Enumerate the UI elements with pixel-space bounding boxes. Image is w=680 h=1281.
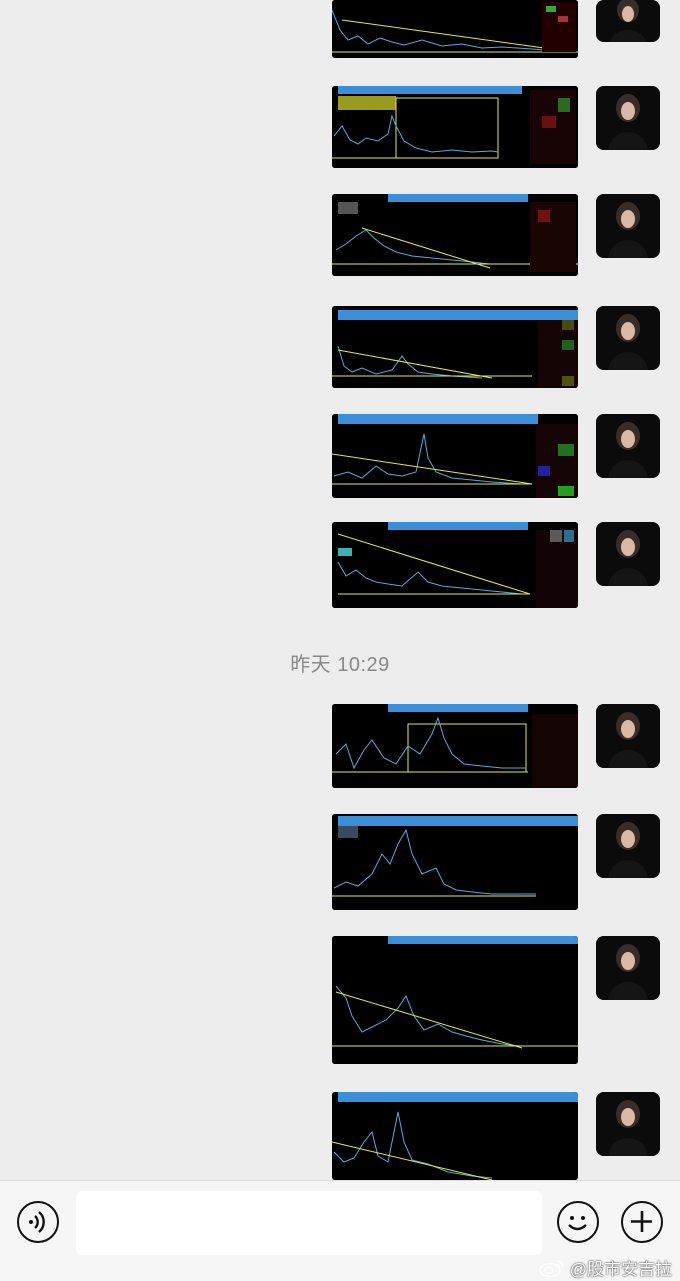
chart-screenshot-message[interactable]	[332, 1092, 578, 1180]
watermark: @股市安吉拉	[538, 1255, 672, 1280]
voice-input-button[interactable]	[17, 1201, 59, 1243]
chart-image	[332, 0, 578, 58]
chart-image	[332, 194, 578, 276]
emoji-button[interactable]	[557, 1201, 599, 1243]
avatar-image	[596, 414, 660, 478]
more-options-button[interactable]	[621, 1201, 663, 1243]
sender-avatar[interactable]	[596, 86, 660, 150]
avatar-image	[596, 194, 660, 258]
chart-screenshot-message[interactable]	[332, 86, 578, 168]
avatar-image	[596, 86, 660, 150]
avatar-image	[596, 814, 660, 878]
sender-avatar[interactable]	[596, 0, 660, 42]
sender-avatar[interactable]	[596, 814, 660, 878]
avatar-image	[596, 1092, 660, 1156]
chart-image	[332, 704, 578, 788]
chart-image	[332, 306, 578, 388]
sender-avatar[interactable]	[596, 522, 660, 586]
message-input[interactable]	[76, 1191, 542, 1255]
chart-screenshot-message[interactable]	[332, 306, 578, 388]
avatar-image	[596, 522, 660, 586]
chat-input-bar: @股市安吉拉	[0, 1180, 680, 1281]
voice-wave-icon	[29, 1211, 45, 1233]
plus-icon	[631, 1211, 652, 1232]
chart-image	[332, 86, 578, 168]
chart-image	[332, 414, 578, 498]
avatar-image	[596, 306, 660, 370]
sender-avatar[interactable]	[596, 936, 660, 1000]
chart-screenshot-message[interactable]	[332, 936, 578, 1064]
sender-avatar[interactable]	[596, 306, 660, 370]
chart-screenshot-message[interactable]	[332, 522, 578, 608]
weibo-logo-icon	[538, 1259, 564, 1277]
chart-image	[332, 1092, 578, 1180]
chart-screenshot-message[interactable]	[332, 704, 578, 788]
avatar-image	[596, 704, 660, 768]
chart-image	[332, 936, 578, 1064]
time-separator: 昨天 10:29	[290, 654, 390, 676]
smiley-face-icon	[568, 1216, 587, 1231]
sender-avatar[interactable]	[596, 1092, 660, 1156]
chart-screenshot-message[interactable]	[332, 814, 578, 910]
chart-screenshot-message[interactable]	[332, 0, 578, 58]
avatar-image	[596, 936, 660, 1000]
chart-image	[332, 522, 578, 608]
sender-avatar[interactable]	[596, 704, 660, 768]
chat-history[interactable]: 昨天 10:29	[0, 0, 680, 1180]
watermark-text: @股市安吉拉	[569, 1260, 672, 1279]
sender-avatar[interactable]	[596, 194, 660, 258]
avatar-image	[596, 0, 660, 42]
chart-image	[332, 814, 578, 910]
chart-screenshot-message[interactable]	[332, 194, 578, 276]
sender-avatar[interactable]	[596, 414, 660, 478]
chart-screenshot-message[interactable]	[332, 414, 578, 498]
